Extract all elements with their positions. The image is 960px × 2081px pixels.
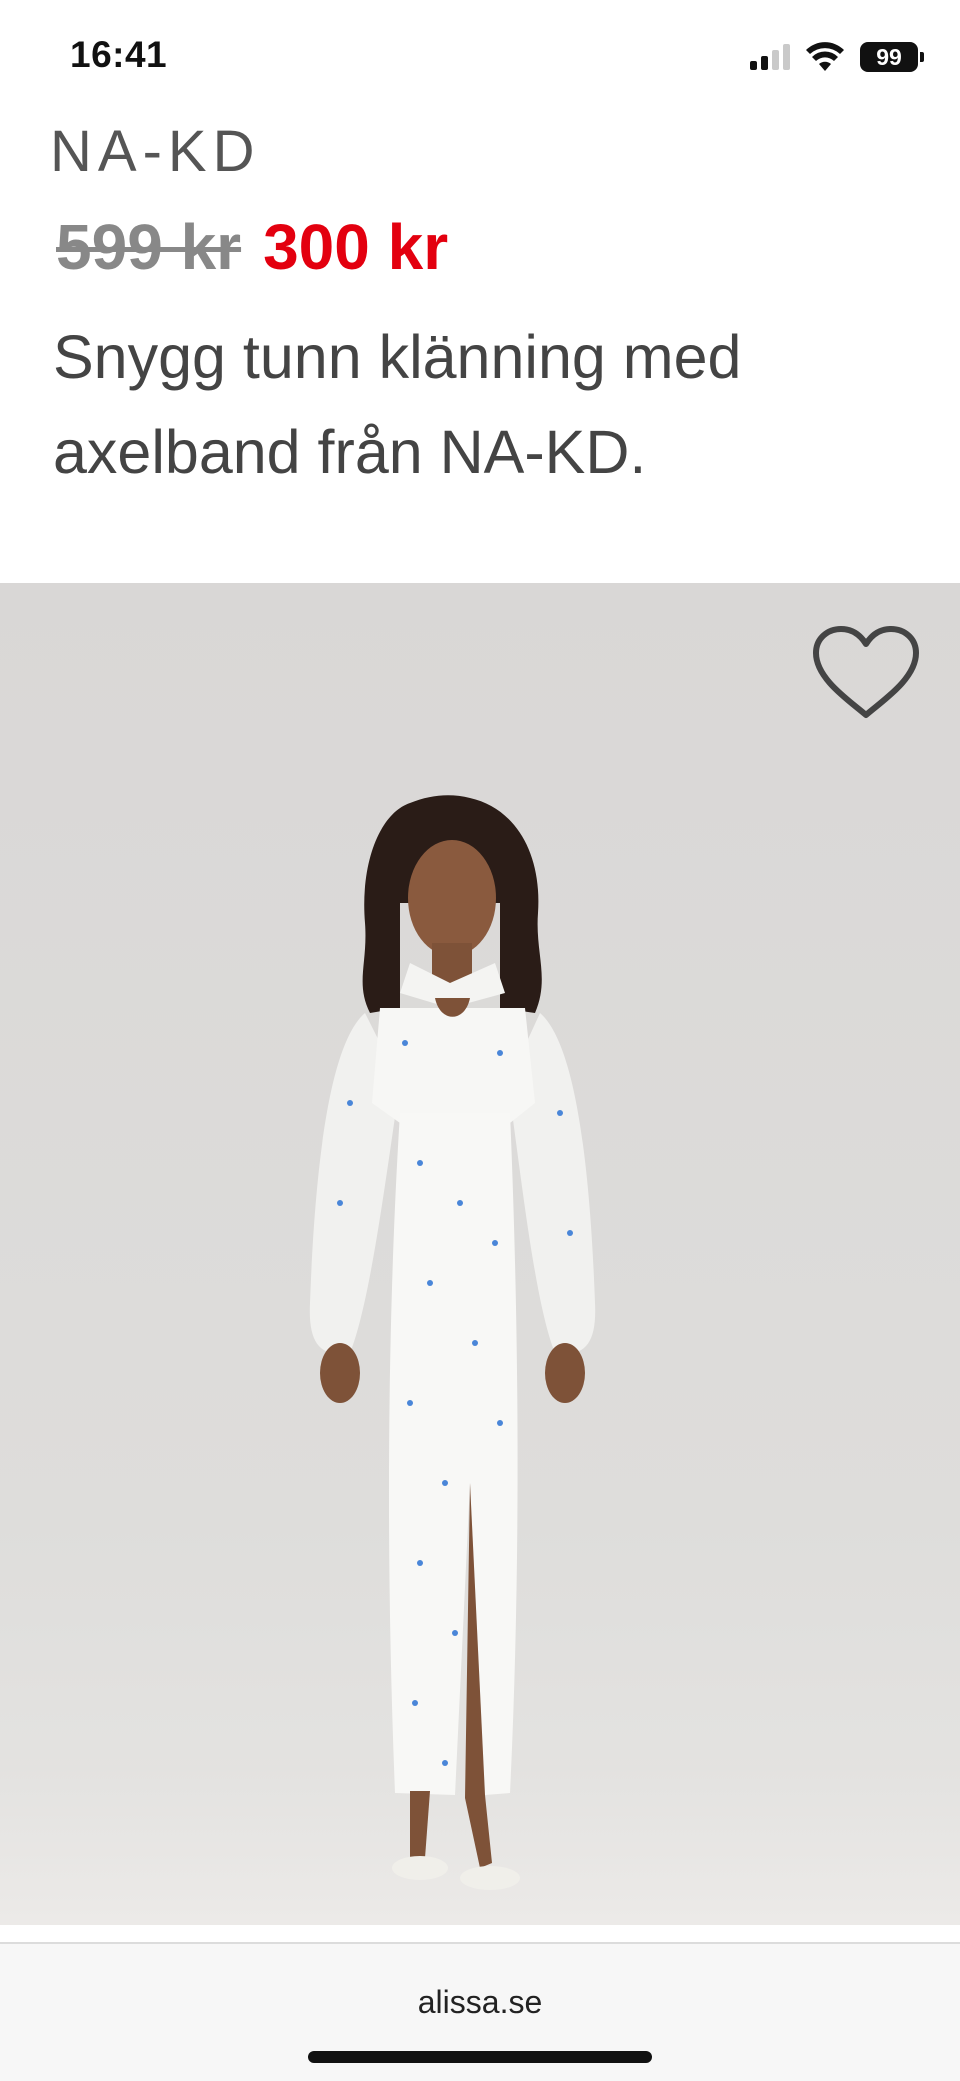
wifi-icon (806, 42, 844, 71)
battery-icon: 99 (860, 42, 924, 72)
brand-name: NA-KD (50, 119, 261, 184)
battery-level: 99 (876, 43, 902, 70)
status-icons: 99 (750, 40, 924, 74)
price-row: 599 kr 300 kr (56, 210, 448, 284)
heart-outline-icon[interactable] (810, 623, 922, 723)
url-label[interactable]: alissa.se (0, 1984, 960, 2021)
dress-photo (309, 795, 596, 1890)
browser-address-bar[interactable]: alissa.se (0, 1942, 960, 2081)
product-description: Snygg tunn klänning med axelband från NA… (53, 323, 742, 486)
home-indicator[interactable] (308, 2051, 652, 2063)
status-bar: 16:41 99 (0, 0, 960, 110)
original-price: 599 kr (56, 211, 242, 283)
status-time: 16:41 (70, 34, 168, 75)
cellular-signal-icon (750, 44, 790, 70)
sale-price: 300 kr (263, 211, 449, 283)
product-image[interactable] (0, 583, 960, 1925)
